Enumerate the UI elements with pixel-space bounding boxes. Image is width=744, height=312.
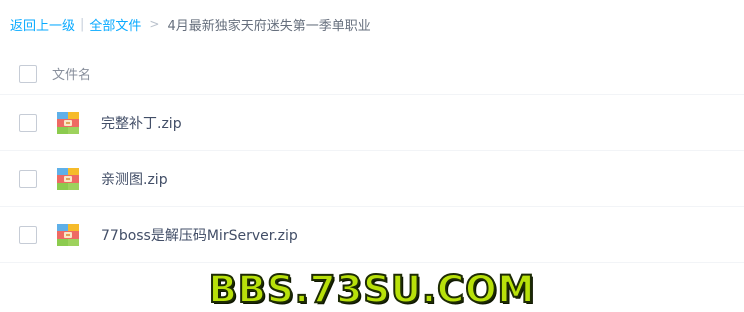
zip-archive-icon [57,224,79,246]
breadcrumb: 返回上一级 | 全部文件 > 4月最新独家天府迷失第一季单职业 [10,13,371,35]
chevron-right-icon: > [149,17,160,31]
file-row[interactable]: 77boss是解压码MirServer.zip [0,207,744,263]
all-files-link[interactable]: 全部文件 [89,15,141,34]
select-all-checkbox[interactable] [19,65,37,83]
file-name[interactable]: 亲测图.zip [101,169,168,189]
back-link[interactable]: 返回上一级 [10,15,75,34]
current-folder-name: 4月最新独家天府迷失第一季单职业 [167,18,371,34]
column-header-filename[interactable]: 文件名 [52,64,91,83]
file-checkbox[interactable] [19,114,37,132]
file-checkbox[interactable] [19,170,37,188]
zip-archive-icon [57,112,79,134]
watermark-text: BBS.73SU.COM [208,267,536,312]
file-row[interactable]: 完整补丁.zip [0,95,744,151]
file-name[interactable]: 77boss是解压码MirServer.zip [101,225,298,245]
zip-archive-icon [57,168,79,190]
file-row[interactable]: 亲测图.zip [0,151,744,207]
file-checkbox[interactable] [19,226,37,244]
file-list-header: 文件名 [0,55,744,95]
file-name[interactable]: 完整补丁.zip [101,113,182,133]
breadcrumb-separator: | [80,16,85,32]
